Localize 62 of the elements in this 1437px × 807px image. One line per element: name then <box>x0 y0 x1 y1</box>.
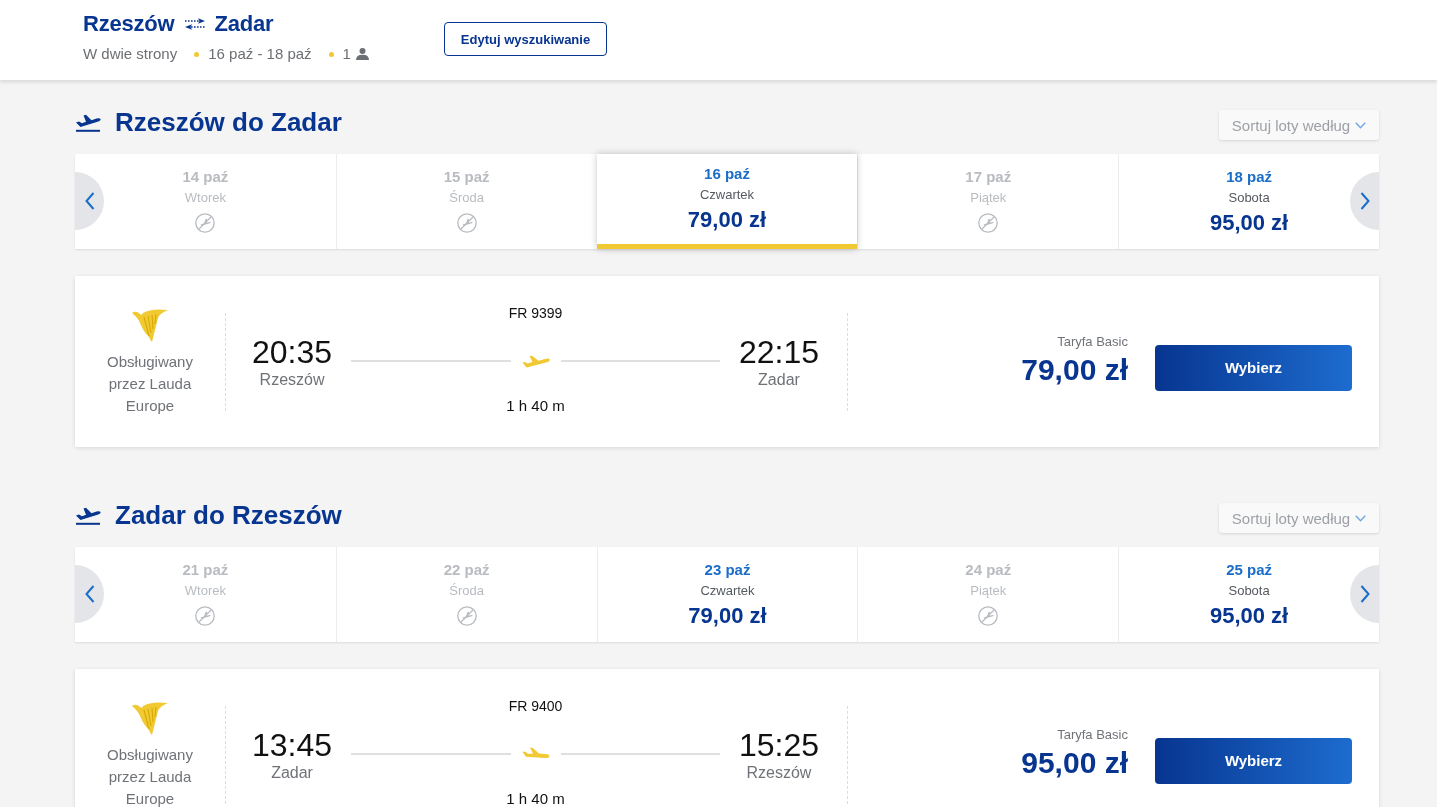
operator-text: Obsługiwany przez Lauda Europe <box>106 744 194 807</box>
bullet-dot-icon <box>328 51 334 57</box>
trip-type: W dwie strony <box>83 44 178 64</box>
passenger-count: 1 <box>342 44 351 64</box>
plane-takeoff-icon <box>75 505 101 525</box>
chevron-down-icon <box>1355 121 1367 129</box>
no-flights-icon <box>195 213 216 233</box>
harp-logo-icon <box>131 306 169 343</box>
no-flights-icon <box>978 213 999 233</box>
sort-dropdown[interactable]: Sortuj loty według <box>1219 110 1379 140</box>
no-flights-icon <box>456 606 477 626</box>
arrival-time: 15:25 <box>738 726 819 763</box>
destination-city: Zadar <box>214 11 274 37</box>
harp-logo-icon <box>131 699 169 736</box>
select-button[interactable]: Wybierz <box>1155 737 1352 784</box>
date-tab[interactable]: 15 paź Środa <box>335 154 597 249</box>
person-icon <box>355 48 369 60</box>
date-tab[interactable]: 18 paź Sobota 95,00 zł <box>1118 154 1379 249</box>
departure-time: 20:35 <box>252 333 333 370</box>
chevron-left-icon <box>84 192 95 210</box>
flight-number: FR 9399 <box>508 304 563 322</box>
date-tab[interactable]: 17 paź Piątek <box>857 154 1119 249</box>
date-tab[interactable]: 24 paź Piątek <box>857 547 1119 642</box>
fare-price: 79,00 zł <box>1021 353 1128 387</box>
origin-city: Rzeszów <box>83 11 175 37</box>
plane-icon <box>521 747 550 761</box>
section-title: Zadar do Rzeszów <box>115 500 342 530</box>
flight-duration: 1 h 40 m <box>506 398 565 414</box>
bullet-dot-icon <box>194 51 200 57</box>
departure-city: Zadar <box>271 762 313 783</box>
operator-text: Obsługiwany przez Lauda Europe <box>106 351 194 416</box>
plane-icon <box>521 354 550 368</box>
no-flights-icon <box>978 606 999 626</box>
arrival-time: 22:15 <box>738 333 819 370</box>
fare-price: 95,00 zł <box>1021 746 1128 780</box>
round-trip-icon <box>183 16 206 32</box>
arrival-city: Rzeszów <box>746 762 812 783</box>
chevron-down-icon <box>1355 514 1367 522</box>
chevron-left-icon <box>84 585 95 603</box>
date-tab[interactable]: 14 paź Wtorek <box>75 154 336 249</box>
flight-number: FR 9400 <box>508 697 563 715</box>
plane-takeoff-icon <box>75 112 101 132</box>
date-tab[interactable]: 16 paź Czwartek 79,00 zł <box>596 154 858 249</box>
edit-search-button[interactable]: Edytuj wyszukiwanie <box>444 22 607 56</box>
flight-duration: 1 h 40 m <box>506 791 565 807</box>
departure-time: 13:45 <box>252 726 333 763</box>
sort-dropdown[interactable]: Sortuj loty według <box>1219 503 1379 533</box>
date-tab[interactable]: 22 paź Środa <box>335 547 597 642</box>
no-flights-icon <box>195 606 216 626</box>
date-tab[interactable]: 21 paź Wtorek <box>75 547 336 642</box>
fare-name: Taryfa Basic <box>1057 727 1128 743</box>
section-title: Rzeszów do Zadar <box>115 107 342 137</box>
arrival-city: Zadar <box>758 369 800 390</box>
departure-city: Rzeszów <box>259 369 325 390</box>
fare-name: Taryfa Basic <box>1057 334 1128 350</box>
date-tab[interactable]: 23 paź Czwartek 79,00 zł <box>596 547 858 642</box>
travel-dates: 16 paź - 18 paź <box>208 44 312 64</box>
select-button[interactable]: Wybierz <box>1155 344 1352 391</box>
chevron-right-icon <box>1359 585 1370 603</box>
no-flights-icon <box>456 213 477 233</box>
date-tab[interactable]: 25 paź Sobota 95,00 zł <box>1118 547 1379 642</box>
chevron-right-icon <box>1359 192 1370 210</box>
